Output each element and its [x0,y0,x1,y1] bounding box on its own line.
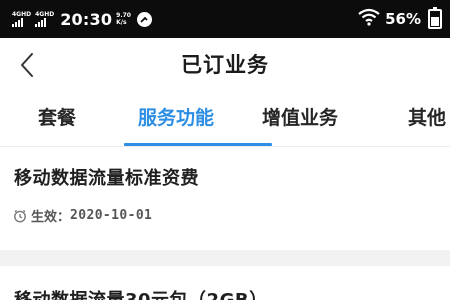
list-item[interactable]: 移动数据流量标准资费 生效： 2020-10-01 [0,148,450,250]
signal-icon [35,18,47,27]
data-saver-icon [136,11,152,27]
service-effective: 生效： 2020-10-01 [13,206,152,225]
status-bar: 4GHD 4GHD 20:30 9.70 K/s 56% [0,0,450,38]
tab-service-features[interactable]: 服务功能 [138,92,214,147]
tab-other[interactable]: 其他 [408,92,446,147]
battery-icon [428,7,442,29]
sim2-network-label: 4GHD [35,11,55,18]
effective-label: 生效： [31,210,71,225]
tab-value-added[interactable]: 增值业务 [262,92,338,147]
active-tab-indicator [124,143,272,146]
tab-package[interactable]: 套餐 [38,92,76,147]
page-header: 已订业务 [0,38,450,92]
battery-percent: 56% [385,10,421,28]
sim1-network-label: 4GHD [12,11,32,18]
service-name: 移动数据流量30元包（2GB） [14,286,268,300]
list-item[interactable]: 移动数据流量30元包（2GB） [0,266,450,300]
effective-date: 2020-10-01 [70,208,153,223]
network-speed-unit: K/s [116,19,127,26]
sim1-signal: 4GHD [12,11,31,27]
page-title: 已订业务 [181,53,269,77]
signal-icon [12,18,23,27]
list-divider [0,250,450,266]
service-name: 移动数据流量标准资费 [14,168,199,189]
status-bar-left: 4GHD 4GHD 20:30 9.70 K/s [12,0,152,38]
status-time: 20:30 [60,9,113,29]
battery-level-fill [431,17,439,26]
network-speed: 9.70 K/s [116,12,131,26]
clock-icon [14,209,26,222]
sim2-signal: 4GHD [35,11,54,27]
status-bar-right: 56% [358,0,442,38]
tab-bar: 套餐 服务功能 增值业务 其他 [0,92,450,147]
network-speed-value: 9.70 [116,12,131,19]
wifi-icon [358,8,380,30]
